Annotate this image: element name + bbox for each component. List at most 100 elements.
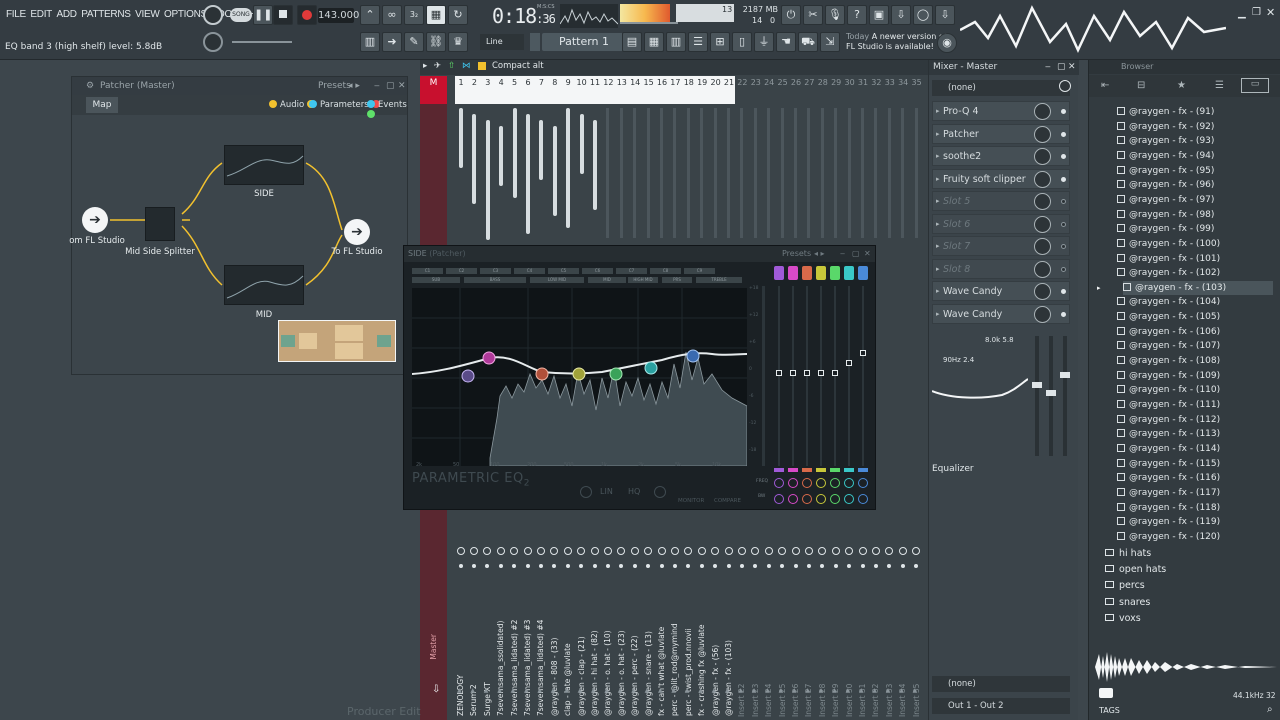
channel-arm-led[interactable] (739, 564, 744, 568)
channel-name[interactable]: @raygen - perc - (22) (630, 576, 639, 716)
channel-name[interactable]: @raygen - fx - (56) (711, 576, 720, 716)
route-triangle-icon[interactable]: ▲ (779, 687, 784, 694)
browser-file[interactable]: @raygen - fx - (113) (1117, 427, 1220, 442)
channel-arm-led[interactable] (485, 564, 490, 568)
band-gain-handle[interactable] (790, 370, 796, 376)
channel-arm-led[interactable] (753, 564, 758, 568)
browser-file[interactable]: @raygen - fx - (93) (1117, 134, 1214, 149)
channel-arm-led[interactable] (498, 564, 503, 568)
from-fl-studio-node[interactable]: ➔ (82, 207, 108, 233)
channel-pan-knob[interactable] (818, 547, 827, 555)
route-triangle-icon[interactable]: ▲ (551, 687, 556, 694)
route-triangle-icon[interactable]: ▲ (846, 687, 851, 694)
channel-pan-knob[interactable] (885, 547, 894, 555)
band-bw-knob[interactable] (816, 494, 826, 504)
channel-arm-led[interactable] (632, 564, 637, 568)
slot-mix-knob[interactable] (1034, 215, 1051, 233)
browser-file[interactable]: @raygen - fx - (105) (1117, 310, 1220, 325)
patcher-minimap[interactable] (278, 320, 396, 362)
channel-strip[interactable] (467, 104, 477, 114)
channel-pan-knob[interactable] (871, 547, 880, 555)
eq-band-tag[interactable]: C6 (582, 268, 613, 274)
timeline-ruler-overflow[interactable]: 22 23 24 25 26 27 28 29 30 31 32 33 34 35 (735, 76, 928, 104)
effect-slot[interactable]: ▸ Slot 6 (932, 213, 1070, 234)
eq-fader-track[interactable] (1049, 336, 1053, 456)
slot-mix-knob[interactable] (1034, 103, 1051, 120)
browser-folder[interactable]: open hats (1105, 562, 1166, 578)
snap-button[interactable]: ✂ (803, 5, 823, 25)
channel-pan-knob[interactable] (791, 547, 800, 555)
to-fl-studio-node[interactable]: ➔ (344, 219, 370, 245)
menu-add[interactable]: ADD (56, 9, 77, 20)
record-button[interactable] (297, 5, 317, 25)
view-mode-label[interactable]: Compact alt (492, 61, 544, 71)
channel-arm-led[interactable] (552, 564, 557, 568)
monitor-label[interactable]: MONITOR (678, 498, 704, 504)
band-bw-knob[interactable] (774, 494, 784, 504)
band-freq-knob[interactable] (858, 478, 868, 488)
channel-pan-knob[interactable] (603, 547, 612, 555)
cart-button[interactable]: ⛟ (798, 32, 818, 52)
route-triangle-icon[interactable]: ▲ (524, 687, 529, 694)
route-triangle-icon[interactable]: ▲ (832, 687, 837, 694)
collapse-icon[interactable]: ⇤ (1101, 80, 1109, 91)
channel-arm-led[interactable] (565, 564, 570, 568)
channel-strip[interactable] (494, 104, 504, 114)
band-gain-handle[interactable] (776, 370, 782, 376)
effect-slot[interactable]: ▸ soothe2 (932, 146, 1070, 166)
band-bw-knob[interactable] (788, 494, 798, 504)
channel-rack-button[interactable]: ▤ (622, 32, 642, 52)
channel-name[interactable]: perc - @lit_rod@mymind (670, 576, 679, 716)
channel-name[interactable]: Insert 25 (778, 625, 787, 717)
channel-name[interactable]: Insert 33 (885, 625, 894, 717)
slot-enable-led[interactable] (1061, 109, 1066, 114)
slot-mix-knob[interactable] (1034, 238, 1051, 255)
band-freq-knob[interactable] (830, 478, 840, 488)
channel-name[interactable]: @raygen - hi hat - (82) (590, 576, 599, 716)
band-type-tag[interactable] (858, 468, 868, 472)
route-triangle-icon[interactable]: ▲ (497, 687, 502, 694)
timeline-ruler[interactable]: 1 2 3 4 5 6 7 8 9 10 11 12 13 14 15 16 17 18 19 20 21 (455, 76, 735, 104)
slot-enable-led[interactable] (1061, 266, 1066, 272)
channel-arm-led[interactable] (458, 564, 463, 568)
eq-band-tag[interactable]: C2 (446, 268, 477, 274)
slot-mix-knob[interactable] (1034, 283, 1051, 300)
route-triangle-icon[interactable]: ▲ (631, 687, 636, 694)
channel-pan-knob[interactable] (617, 547, 626, 555)
eq-band-tag[interactable]: C3 (480, 268, 511, 274)
band-bw-knob[interactable] (802, 494, 812, 504)
channel-name[interactable]: Insert 34 (898, 625, 907, 717)
channel-name[interactable]: @raygen - o. hat - (23) (617, 576, 626, 716)
touch-button[interactable]: ☚ (776, 32, 796, 52)
effect-slot[interactable]: ▸ Slot 5 (932, 191, 1070, 211)
channel-pan-knob[interactable] (523, 547, 532, 555)
menu-view[interactable]: VIEW (135, 9, 160, 20)
channel-pan-knob[interactable] (697, 547, 706, 555)
mixer-eq-curve[interactable] (932, 365, 1028, 405)
channel-name[interactable]: @raygen - o. hat - (10) (603, 576, 612, 716)
band-color-tag[interactable] (844, 266, 854, 280)
channel-pan-knob[interactable] (483, 547, 492, 555)
channel-pan-knob[interactable] (684, 547, 693, 555)
channel-name[interactable]: Serum 2 (469, 576, 478, 716)
band-bw-knob[interactable] (830, 494, 840, 504)
channel-name[interactable]: @raygen - snare - (13) (644, 576, 653, 716)
stop-button[interactable] (273, 5, 293, 25)
step-edit-button[interactable]: ▦ (426, 5, 446, 25)
browser-file[interactable]: @raygen - fx - (97) (1117, 193, 1214, 208)
output-gain-slider[interactable] (762, 286, 765, 466)
route-triangle-icon[interactable]: ▲ (685, 687, 690, 694)
channel-name[interactable]: Insert 29 (831, 625, 840, 717)
route-triangle-icon[interactable]: ▲ (578, 687, 583, 694)
piano-roll-view-button[interactable]: ▥ (666, 32, 686, 52)
band-type-tag[interactable] (844, 468, 854, 472)
channel-arm-led[interactable] (887, 564, 892, 568)
compare-label[interactable]: COMPARE (714, 498, 741, 504)
countdown-button[interactable]: 3₂ (404, 5, 424, 25)
slot-enable-led[interactable] (1061, 244, 1066, 249)
slot-enable-led[interactable] (1061, 289, 1066, 294)
close-icon[interactable]: ✕ (864, 246, 871, 262)
hq-button[interactable]: HQ (628, 487, 640, 496)
route-triangle-icon[interactable]: ▲ (698, 687, 703, 694)
slot-mix-knob[interactable] (1034, 125, 1051, 143)
